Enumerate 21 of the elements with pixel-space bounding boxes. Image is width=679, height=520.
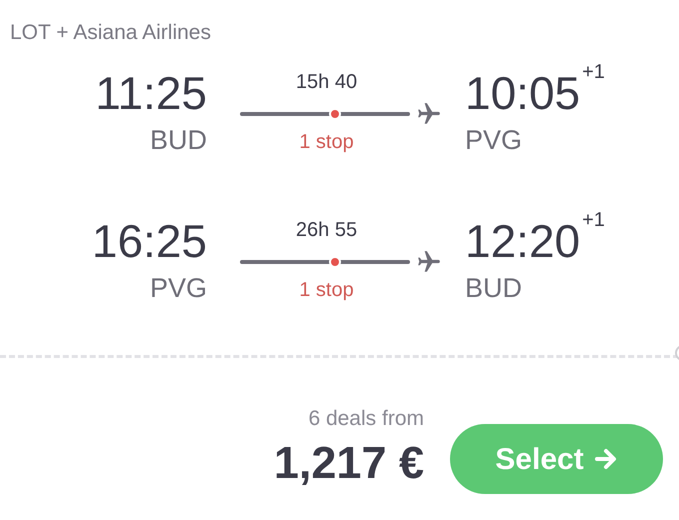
departure-time: 16:25 — [92, 214, 207, 269]
arrow-right-icon — [594, 447, 618, 471]
plane-icon — [416, 249, 442, 275]
arrival-airport: BUD — [465, 272, 522, 305]
flight-duration: 26h 55 — [296, 218, 358, 243]
airline-name: LOT + Asiana Airlines — [10, 21, 211, 44]
day-offset: +1 — [582, 61, 605, 83]
departure-airport: BUD — [150, 124, 207, 157]
day-offset: +1 — [582, 209, 605, 231]
arrival-time: 10:05 — [465, 66, 580, 121]
arrival-airport: PVG — [465, 124, 522, 157]
deals-count: 6 deals from — [308, 406, 424, 432]
departure-time: 11:25 — [95, 66, 207, 121]
departure-airport: PVG — [150, 272, 207, 305]
select-button[interactable]: Select — [450, 424, 663, 494]
plane-icon — [416, 101, 442, 127]
stops-count: 1 stop — [299, 130, 354, 155]
flight-duration: 15h 40 — [296, 70, 358, 95]
stops-count: 1 stop — [299, 278, 354, 303]
arrival-time: 12:20 — [465, 214, 580, 269]
price-amount: 1,217 € — [274, 436, 424, 490]
